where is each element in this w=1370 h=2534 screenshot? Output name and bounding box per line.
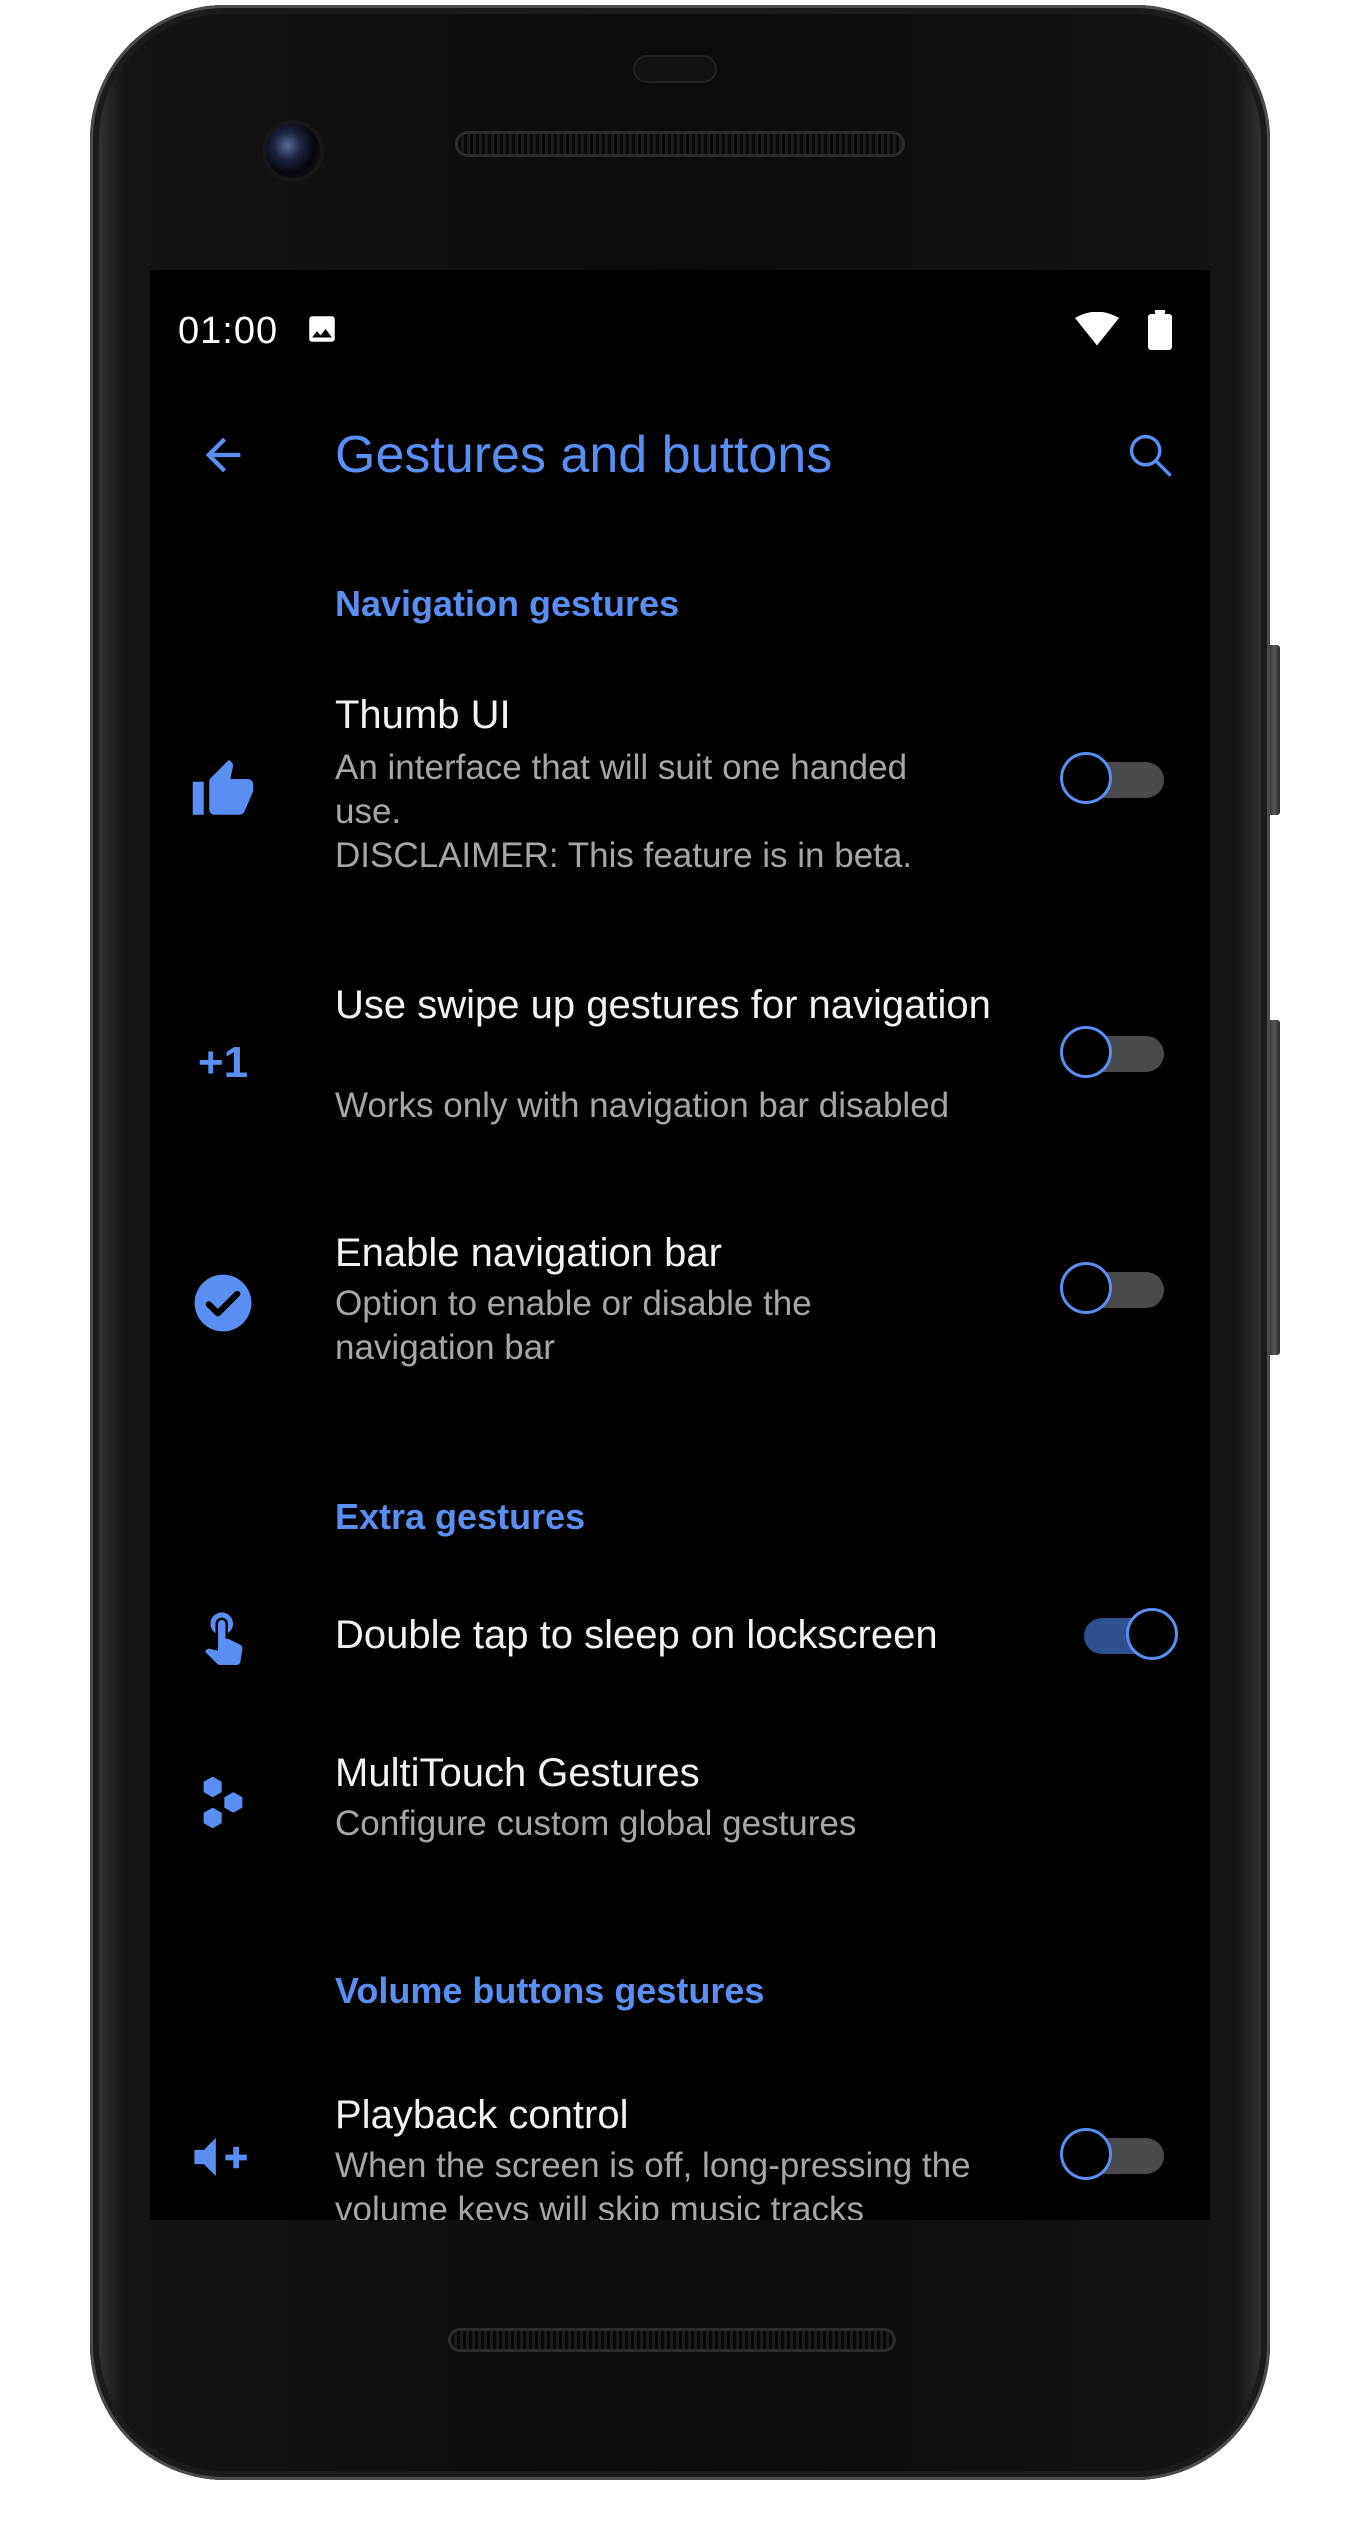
bottom-speaker	[448, 2328, 896, 2352]
hexagons-icon	[178, 1760, 268, 1850]
wifi-icon	[1075, 311, 1119, 351]
swipe-up-toggle[interactable]	[1060, 1026, 1170, 1082]
touch-app-icon	[178, 1590, 268, 1680]
section-header-volume-buttons-gestures: Volume buttons gestures	[335, 1970, 765, 2011]
section-header-extra-gestures: Extra gestures	[335, 1496, 586, 1537]
item-title: MultiTouch Gestures	[335, 1751, 700, 1795]
image-notification-icon	[305, 312, 339, 351]
search-button[interactable]	[1115, 420, 1185, 490]
back-button[interactable]	[188, 420, 258, 490]
item-subtitle: When the screen is off, long-pressing th…	[335, 2146, 971, 2220]
setting-item-enable-navigation-bar[interactable]: Enable navigation bar Option to enable o…	[150, 1228, 1210, 1378]
top-speaker	[455, 131, 905, 157]
thumbs-up-icon	[178, 745, 268, 835]
item-title: Thumb UI	[335, 693, 511, 737]
item-subtitle: Works only with navigation bar disabled	[335, 1086, 950, 1125]
toggle-thumb	[1060, 1262, 1112, 1314]
item-title: Double tap to sleep on lockscreen	[335, 1613, 938, 1657]
setting-item-thumb-ui[interactable]: Thumb UI An interface that will suit one…	[150, 690, 1210, 900]
arrow-back-icon	[205, 437, 241, 473]
toggle-thumb	[1060, 2128, 1112, 2180]
earpiece	[633, 55, 717, 83]
double-tap-toggle[interactable]	[1070, 1608, 1180, 1664]
item-subtitle: An interface that will suit one handed u…	[335, 748, 913, 875]
item-title: Enable navigation bar	[335, 1231, 722, 1275]
navigation-bar-toggle[interactable]	[1060, 1262, 1170, 1318]
toggle-thumb	[1126, 1608, 1178, 1660]
battery-icon	[1148, 310, 1172, 355]
item-subtitle: Configure custom global gestures	[335, 1804, 857, 1843]
toggle-thumb	[1060, 1026, 1112, 1078]
toggle-thumb	[1060, 752, 1112, 804]
volume-plus-icon	[178, 2112, 268, 2202]
item-title: Playback control	[335, 2093, 629, 2137]
app-bar: Gestures and buttons	[150, 400, 1210, 520]
thumb-ui-toggle[interactable]	[1060, 752, 1170, 808]
screen: 01:00 Gestures and buttons Navigation ge…	[150, 270, 1210, 2220]
setting-item-double-tap-to-sleep[interactable]: Double tap to sleep on lockscreen	[150, 1590, 1210, 1685]
page-title: Gestures and buttons	[335, 426, 833, 484]
plus-one-icon: +1	[197, 1038, 249, 1087]
item-subtitle: Option to enable or disable the navigati…	[335, 1284, 812, 1367]
check-circle-icon	[178, 1258, 268, 1348]
playback-control-toggle[interactable]	[1060, 2128, 1170, 2184]
item-title: Use swipe up gestures for navigation	[335, 983, 991, 1027]
setting-item-multitouch-gestures[interactable]: MultiTouch Gestures Configure custom glo…	[150, 1748, 1210, 1858]
search-icon	[1129, 434, 1172, 477]
status-bar: 01:00	[150, 270, 1210, 380]
section-header-navigation-gestures: Navigation gestures	[335, 583, 680, 624]
setting-item-playback-control[interactable]: Playback control When the screen is off,…	[150, 2090, 1210, 2220]
status-time: 01:00	[178, 310, 279, 352]
front-camera	[266, 124, 320, 178]
setting-item-swipe-up-gestures[interactable]: +1 Use swipe up gestures for navigation …	[150, 980, 1210, 1140]
